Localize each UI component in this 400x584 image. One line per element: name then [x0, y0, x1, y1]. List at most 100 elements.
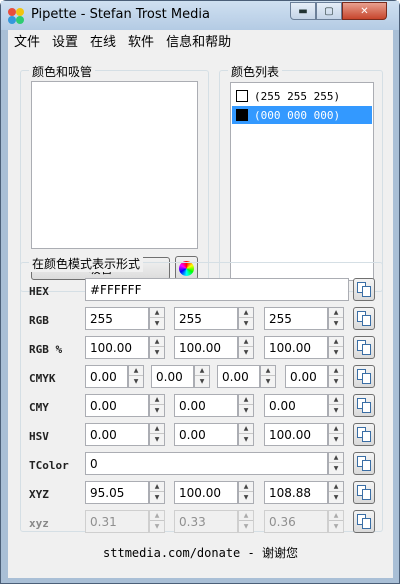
minimize-button[interactable]: ▬: [290, 2, 316, 20]
spin-up-icon[interactable]: ▲: [239, 482, 253, 492]
hsv-v-spinner[interactable]: ▲ ▼: [328, 423, 344, 446]
xyz-z-field[interactable]: 108.88: [264, 481, 328, 504]
copy-hex-button[interactable]: [353, 278, 375, 301]
menu-settings[interactable]: 设置: [46, 31, 84, 50]
spin-up-icon[interactable]: ▲: [329, 366, 343, 376]
spin-down-icon[interactable]: ▼: [239, 347, 253, 357]
spin-down-icon[interactable]: ▼: [150, 318, 164, 328]
hsv-h-field[interactable]: 0.00: [85, 423, 149, 446]
spin-up-icon[interactable]: ▲: [329, 424, 343, 434]
color-list-item[interactable]: (255 255 255): [232, 87, 372, 105]
copy-tcolor-button[interactable]: [353, 452, 375, 475]
rgb-pct-r-spinner[interactable]: ▲ ▼: [149, 336, 165, 359]
spin-down-icon[interactable]: ▼: [329, 434, 343, 444]
spin-down-icon[interactable]: ▼: [261, 376, 275, 386]
spin-down-icon[interactable]: ▼: [329, 347, 343, 357]
hsv-s-field[interactable]: 0.00: [174, 423, 238, 446]
spin-down-icon[interactable]: ▼: [129, 376, 143, 386]
copy-xyz-button[interactable]: [353, 481, 375, 504]
spin-up-icon[interactable]: ▲: [239, 424, 253, 434]
menu-online[interactable]: 在线: [84, 31, 122, 50]
copy-cmyk-button[interactable]: [353, 365, 375, 388]
spin-up-icon[interactable]: ▲: [150, 308, 164, 318]
color-list-item-selected[interactable]: (000 000 000): [232, 106, 372, 124]
spin-up-icon[interactable]: ▲: [329, 337, 343, 347]
spin-down-icon[interactable]: ▼: [329, 405, 343, 415]
spin-down-icon[interactable]: ▼: [195, 376, 209, 386]
cmy-y-field[interactable]: 0.00: [264, 394, 328, 417]
tcolor-field[interactable]: 0: [85, 452, 328, 475]
close-button[interactable]: ✕: [342, 2, 387, 20]
spin-down-icon[interactable]: ▼: [329, 463, 343, 473]
cmyk-m-spinner[interactable]: ▲ ▼: [194, 365, 210, 388]
rgb-b-spinner[interactable]: ▲ ▼: [328, 307, 344, 330]
spin-down-icon[interactable]: ▼: [329, 492, 343, 502]
cmy-c-spinner[interactable]: ▲ ▼: [149, 394, 165, 417]
rgb-pct-g-spinner[interactable]: ▲ ▼: [238, 336, 254, 359]
copy-hsv-button[interactable]: [353, 423, 375, 446]
spin-up-icon[interactable]: ▲: [329, 453, 343, 463]
rgb-pct-b-field[interactable]: 100.00: [264, 336, 328, 359]
cmy-y-spinner[interactable]: ▲ ▼: [328, 394, 344, 417]
spin-down-icon[interactable]: ▼: [150, 492, 164, 502]
spin-up-icon[interactable]: ▲: [129, 366, 143, 376]
spin-up-icon[interactable]: ▲: [329, 308, 343, 318]
cmyk-y-field[interactable]: 0.00: [217, 365, 260, 388]
spin-up-icon[interactable]: ▲: [261, 366, 275, 376]
cmyk-k-spinner[interactable]: ▲ ▼: [328, 365, 344, 388]
xyz-x-field[interactable]: 95.05: [85, 481, 149, 504]
rgb-pct-b-spinner[interactable]: ▲ ▼: [328, 336, 344, 359]
cmyk-k-field[interactable]: 0.00: [285, 365, 328, 388]
spin-down-icon[interactable]: ▼: [239, 405, 253, 415]
rgb-r-spinner[interactable]: ▲ ▼: [149, 307, 165, 330]
copy-rgb-percent-button[interactable]: [353, 336, 375, 359]
maximize-button[interactable]: ▢: [316, 2, 342, 20]
menu-help[interactable]: 信息和帮助: [160, 31, 237, 50]
rgb-g-field[interactable]: 255: [174, 307, 238, 330]
title-bar[interactable]: Pipette - Stefan Trost Media ▬ ▢ ✕: [1, 1, 399, 30]
xyz-y-field[interactable]: 100.00: [174, 481, 238, 504]
copy-rgb-button[interactable]: [353, 307, 375, 330]
xyz-x-spinner[interactable]: ▲ ▼: [149, 481, 165, 504]
spin-down-icon[interactable]: ▼: [150, 347, 164, 357]
hsv-s-spinner[interactable]: ▲ ▼: [238, 423, 254, 446]
spin-down-icon[interactable]: ▼: [239, 318, 253, 328]
donate-link[interactable]: sttmedia.com/donate - 谢谢您: [8, 544, 393, 561]
hsv-h-spinner[interactable]: ▲ ▼: [149, 423, 165, 446]
spin-up-icon[interactable]: ▲: [329, 395, 343, 405]
spin-down-icon[interactable]: ▼: [239, 492, 253, 502]
spin-up-icon[interactable]: ▲: [150, 424, 164, 434]
spin-up-icon[interactable]: ▲: [150, 337, 164, 347]
cmy-c-field[interactable]: 0.00: [85, 394, 149, 417]
hex-field[interactable]: #FFFFFF: [85, 278, 349, 301]
cmyk-c-spinner[interactable]: ▲ ▼: [128, 365, 144, 388]
color-list[interactable]: (255 255 255) (000 000 000): [230, 82, 374, 281]
menu-file[interactable]: 文件: [8, 31, 46, 50]
spin-up-icon[interactable]: ▲: [195, 366, 209, 376]
spin-down-icon[interactable]: ▼: [150, 434, 164, 444]
hsv-v-field[interactable]: 100.00: [264, 423, 328, 446]
copy-xyz-lower-button[interactable]: [353, 510, 375, 533]
tcolor-spinner[interactable]: ▲ ▼: [328, 452, 344, 475]
cmy-m-spinner[interactable]: ▲ ▼: [238, 394, 254, 417]
cmyk-m-field[interactable]: 0.00: [151, 365, 194, 388]
menu-software[interactable]: 软件: [122, 31, 160, 50]
spin-up-icon[interactable]: ▲: [239, 395, 253, 405]
cmyk-c-field[interactable]: 0.00: [85, 365, 128, 388]
spin-up-icon[interactable]: ▲: [150, 395, 164, 405]
spin-down-icon[interactable]: ▼: [239, 434, 253, 444]
cmyk-y-spinner[interactable]: ▲ ▼: [260, 365, 276, 388]
spin-down-icon[interactable]: ▼: [150, 405, 164, 415]
xyz-y-spinner[interactable]: ▲ ▼: [238, 481, 254, 504]
spin-up-icon[interactable]: ▲: [239, 337, 253, 347]
spin-up-icon[interactable]: ▲: [329, 482, 343, 492]
spin-down-icon[interactable]: ▼: [329, 376, 343, 386]
rgb-r-field[interactable]: 255: [85, 307, 149, 330]
copy-cmy-button[interactable]: [353, 394, 375, 417]
rgb-pct-g-field[interactable]: 100.00: [174, 336, 238, 359]
spin-up-icon[interactable]: ▲: [239, 308, 253, 318]
rgb-pct-r-field[interactable]: 100.00: [85, 336, 149, 359]
rgb-b-field[interactable]: 255: [264, 307, 328, 330]
rgb-g-spinner[interactable]: ▲ ▼: [238, 307, 254, 330]
spin-down-icon[interactable]: ▼: [329, 318, 343, 328]
